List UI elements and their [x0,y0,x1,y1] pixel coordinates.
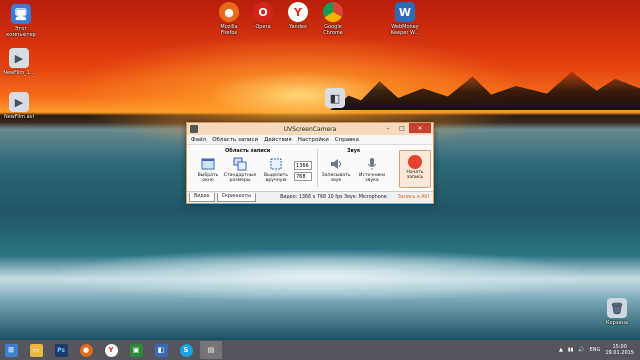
taskbar-uvscreencamera[interactable]: ◧ [150,341,172,359]
record-icon [408,155,422,169]
tray-expand-icon[interactable]: ▲ [559,347,563,353]
select-area-icon [269,157,283,171]
tool-label: Записывать звук [321,173,351,184]
taskbar-uvscreencamera-running[interactable]: ▤ [200,341,222,359]
language-indicator[interactable]: ENG [590,347,601,353]
computer-icon: 🖥 [11,4,31,24]
uvscreencamera-icon: ◧ [154,343,168,357]
desktop-icon-chrome[interactable]: Google Chrome [310,2,356,36]
width-input[interactable] [294,161,312,170]
taskbar-firefox[interactable]: ● [75,341,97,359]
camtasia-icon: ▣ [129,343,143,357]
desktop-icon-label: WebMoney Keeper W... [390,24,420,36]
start-button[interactable]: ⊞ [0,341,22,359]
group-record-area-label: Область записи [225,148,271,154]
uvscreencamera-icon: ◧ [325,88,345,108]
desktop-icon-label: Этот компьютер [6,26,36,38]
start-icon: ⊞ [4,343,18,357]
record-format: Запись в AVI [397,194,429,200]
tool-label: Выбрать окно [197,173,219,184]
tab-video[interactable]: Видео [189,192,215,202]
title-bar[interactable]: UVScreenCamera – □ ✕ [187,123,433,135]
video-file-icon: ▶ [9,48,29,68]
yandex-icon: Y [104,343,118,357]
uvscreencamera-window: UVScreenCamera – □ ✕ Файл Область записи… [186,122,434,204]
status-bar: Видео Скриншоты Видео: 1366 x 768 10 fps… [187,191,433,202]
window-select-icon [201,157,215,171]
firefox-icon: ● [219,2,239,22]
file-explorer-icon: ▭ [29,343,43,357]
select-manually-button[interactable]: Выделить вручную [261,157,291,183]
desktop-icon-label: NewFilm.avi [3,114,35,120]
desktop-icon-label: Корзина [605,320,629,326]
taskbar-camtasia[interactable]: ▣ [125,341,147,359]
select-window-button[interactable]: Выбрать окно [193,157,223,183]
menu-settings[interactable]: Настройки [298,137,329,143]
taskbar-file-explorer[interactable]: ▭ [25,341,47,359]
height-input[interactable] [294,172,312,181]
uvscreencamera-running-icon: ▤ [204,343,218,357]
opera-icon: O [253,2,273,22]
menu-help[interactable]: Справка [335,137,359,143]
photoshop-icon: Ps [54,343,68,357]
desktop-icon-label: NewFilm_1... [3,70,35,76]
desktop-icon-uvscreencamera[interactable]: ◧ [312,88,358,108]
record-sound-button[interactable]: Записывать звук [321,157,351,183]
tool-label: Начать запись [406,170,424,181]
desktop-icon-this-computer[interactable]: 🖥 Этот компьютер [0,4,44,38]
menu-file[interactable]: Файл [191,137,206,143]
firefox-icon: ● [79,343,93,357]
desktop-icon-label: Google Chrome [323,24,343,36]
taskbar: ⊞ ▭ Ps ● Y ▣ ◧ S ▤ ▲ ▮▮ 🔊 ENG 15:00 19.0… [0,340,640,360]
video-file-icon: ▶ [9,92,29,112]
standard-sizes-button[interactable]: Стандартные размеры [223,157,257,184]
desktop-icon-newfilm-avi[interactable]: ▶ NewFilm.avi [0,92,42,120]
chrome-icon [323,2,343,22]
yandex-icon: Y [288,2,308,22]
close-button[interactable]: ✕ [409,123,431,133]
taskbar-yandex[interactable]: Y [100,341,122,359]
taskbar-skype[interactable]: S [175,341,197,359]
separator [317,149,318,187]
clock[interactable]: 15:00 19.01.2015 [605,344,634,356]
toolbar: Область записи Звук Выбрать окно Стандар… [187,145,433,191]
tab-screenshots[interactable]: Скриншоты [216,192,257,202]
start-record-button[interactable]: Начать запись [399,150,431,188]
palm-trees-silhouette [330,71,640,110]
minimize-button[interactable]: – [381,123,395,133]
desktop-icon-label: Opera [255,24,271,30]
maximize-button[interactable]: □ [395,123,409,133]
desktop-icon-webmoney[interactable]: W WebMoney Keeper W... [382,2,428,36]
sound-sources-button[interactable]: Источники звука [357,157,387,183]
skype-icon: S [179,343,193,357]
system-tray: ▲ ▮▮ 🔊 ENG 15:00 19.01.2015 [559,341,634,359]
dimension-inputs [294,161,312,181]
microphone-icon [365,157,379,171]
desktop-icon-recycle-bin[interactable]: 🗑 Корзина [594,298,640,326]
standard-sizes-icon [233,157,247,171]
menu-bar: Файл Область записи Действия Настройки С… [187,135,433,145]
tool-label: Стандартные размеры [223,173,257,184]
status-text: Видео: 1366 x 768 10 fps Звук: Microphon… [280,194,387,200]
desktop-icon-newfilm-1[interactable]: ▶ NewFilm_1... [0,48,42,76]
window-controls: – □ ✕ [381,123,431,133]
taskbar-photoshop[interactable]: Ps [50,341,72,359]
menu-record-area[interactable]: Область записи [212,137,258,143]
sea-foam [60,250,580,300]
webmoney-icon: W [395,2,415,22]
tool-label: Источники звука [359,173,385,184]
desktop-icon-label: Yandex [289,24,307,30]
recycle-bin-icon: 🗑 [607,298,627,318]
speaker-icon [329,157,343,171]
clock-date: 19.01.2015 [605,350,634,356]
volume-icon[interactable]: 🔊 [578,347,584,353]
desktop-icon-label: Mozilla Firefox [220,24,238,36]
group-sound-label: Звук [347,148,361,154]
menu-actions[interactable]: Действия [264,137,292,143]
tool-label: Выделить вручную [263,173,289,184]
network-icon[interactable]: ▮▮ [568,347,574,353]
